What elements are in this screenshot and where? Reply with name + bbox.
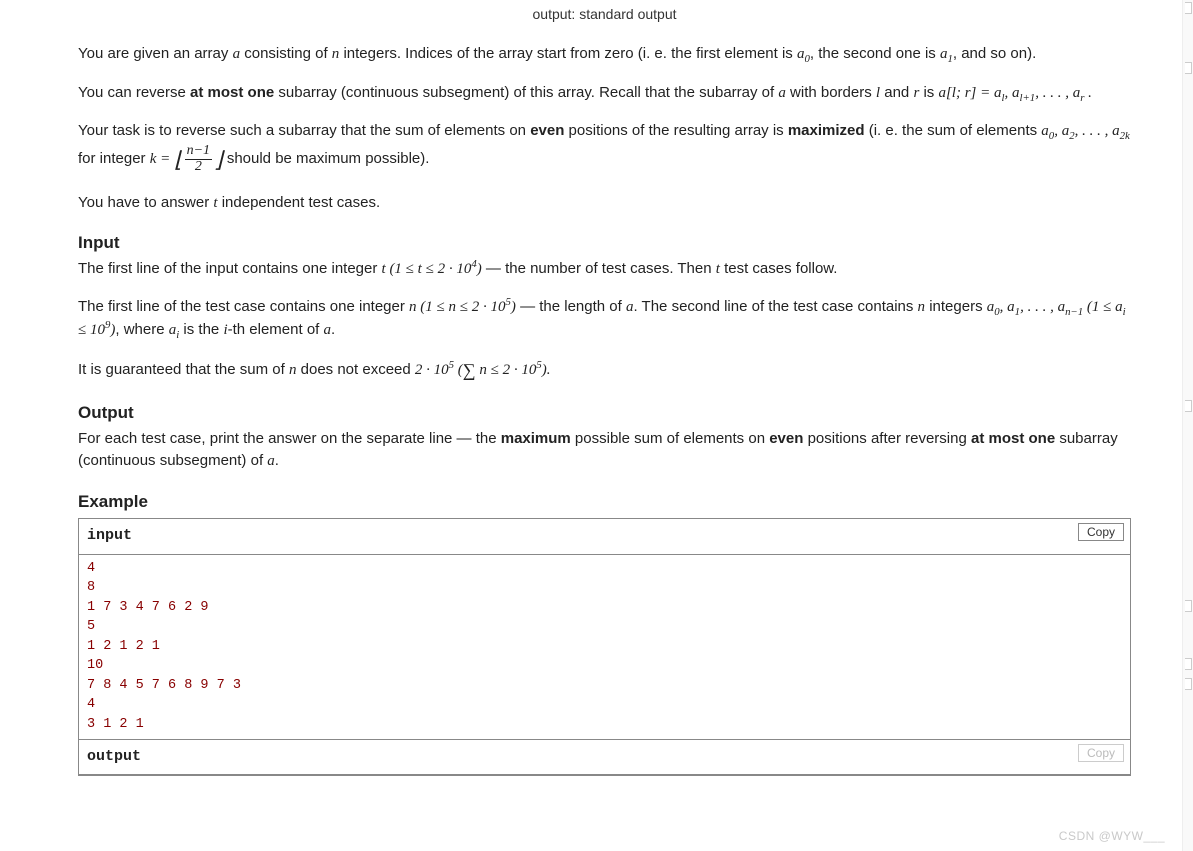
text: — the number of test cases. Then xyxy=(482,260,716,277)
math-a: a xyxy=(233,46,241,62)
watermark: CSDN @WYW___ xyxy=(1059,827,1165,845)
text: You have to answer xyxy=(78,194,213,211)
paragraph-reverse: You can reverse at most one subarray (co… xyxy=(78,82,1131,105)
math-subarray-expr: a[l; r] = al, al+1, . . . , ar . xyxy=(938,85,1091,101)
text: The first line of the test case contains… xyxy=(78,298,409,315)
math-k-expr: k = ⌊n−12⌋ xyxy=(150,151,223,167)
example-input-label: input xyxy=(87,527,132,544)
paragraph-intro: You are given an array a consisting of n… xyxy=(78,43,1131,66)
text: for integer xyxy=(78,150,150,167)
rail-tick xyxy=(1185,400,1192,412)
text: should be maximum possible). xyxy=(223,150,430,167)
text: positions after reversing xyxy=(803,430,971,447)
text: , the second one is xyxy=(810,45,940,62)
text: does not exceed xyxy=(296,361,414,378)
problem-statement: output: standard output You are given an… xyxy=(0,0,1193,786)
text: -th element of xyxy=(228,321,324,338)
text: integers. Indices of the array start fro… xyxy=(339,45,797,62)
text: Your task is to reverse such a subarray … xyxy=(78,122,530,139)
copy-button[interactable]: Copy xyxy=(1078,523,1124,541)
math-even-seq: a0, a2, . . . , a2k xyxy=(1041,123,1130,139)
paragraph-tcases: You have to answer t independent test ca… xyxy=(78,192,1131,215)
text: consisting of xyxy=(240,45,332,62)
text: You can reverse xyxy=(78,84,190,101)
text: is the xyxy=(179,321,223,338)
math-a-seq: a0, a1, . . . , an−1 xyxy=(987,299,1083,315)
text: The first line of the input contains one… xyxy=(78,260,382,277)
rail-tick xyxy=(1185,678,1192,690)
math-a: a xyxy=(778,85,786,101)
math-a0: a0 xyxy=(797,46,810,62)
math-a1: a1 xyxy=(940,46,953,62)
input-paragraph-3: It is guaranteed that the sum of n does … xyxy=(78,357,1131,384)
math-a: a xyxy=(324,322,332,338)
text: You are given an array xyxy=(78,45,233,62)
math-a: a xyxy=(267,453,275,469)
math-n: n xyxy=(409,299,417,315)
text-bold: maximum xyxy=(501,430,571,447)
text: and xyxy=(880,84,913,101)
page: output: standard output You are given an… xyxy=(0,0,1193,851)
text-bold: maximized xyxy=(788,122,865,139)
text: It is guaranteed that the sum of xyxy=(78,361,289,378)
copy-button[interactable]: Copy xyxy=(1078,744,1124,762)
rail-tick xyxy=(1185,600,1192,612)
text: For each test case, print the answer on … xyxy=(78,430,501,447)
math-n-bound: (1 ≤ n ≤ 2 · 105) xyxy=(417,299,516,315)
math-n: n xyxy=(918,299,926,315)
text: , where xyxy=(115,321,168,338)
rail-tick xyxy=(1185,62,1192,74)
example-output-header: output Copy xyxy=(79,739,1130,776)
text-bold: even xyxy=(769,430,803,447)
text: with borders xyxy=(786,84,876,101)
right-rail xyxy=(1182,0,1193,851)
paragraph-task: Your task is to reverse such a subarray … xyxy=(78,120,1131,176)
text: . The second line of the test case conta… xyxy=(633,298,917,315)
math-ai: ai xyxy=(169,322,180,338)
input-heading: Input xyxy=(78,230,1131,256)
text-bold: even xyxy=(530,122,564,139)
input-paragraph-1: The first line of the input contains one… xyxy=(78,258,1131,281)
text: positions of the resulting array is xyxy=(564,122,787,139)
input-paragraph-2: The first line of the test case contains… xyxy=(78,296,1131,341)
text: is xyxy=(919,84,938,101)
example-input-body: 4 8 1 7 3 4 7 6 2 9 5 1 2 1 2 1 10 7 8 4… xyxy=(79,555,1130,739)
text-bold: at most one xyxy=(190,84,274,101)
text: , and so on). xyxy=(953,45,1036,62)
example-input-header: input Copy xyxy=(79,519,1130,555)
math-sum-lim: 2 · 105 xyxy=(415,362,454,378)
text: — the length of xyxy=(516,298,626,315)
text: subarray (continuous subsegment) of this… xyxy=(274,84,778,101)
rail-tick xyxy=(1185,658,1192,670)
rail-tick xyxy=(1185,2,1192,14)
text-bold: at most one xyxy=(971,430,1055,447)
output-spec-line: output: standard output xyxy=(78,4,1131,25)
text: . xyxy=(275,452,279,469)
text: . xyxy=(331,321,335,338)
text: independent test cases. xyxy=(218,194,381,211)
example-heading: Example xyxy=(78,489,1131,515)
text: possible sum of elements on xyxy=(571,430,769,447)
math-sum-paren: (∑ n ≤ 2 · 105). xyxy=(454,362,550,378)
math-t-bound: (1 ≤ t ≤ 2 · 104) xyxy=(386,261,482,277)
output-heading: Output xyxy=(78,400,1131,426)
text: integers xyxy=(925,298,987,315)
example-block: input Copy 4 8 1 7 3 4 7 6 2 9 5 1 2 1 2… xyxy=(78,518,1131,776)
output-paragraph: For each test case, print the answer on … xyxy=(78,428,1131,473)
text: (i. e. the sum of elements xyxy=(865,122,1042,139)
text: test cases follow. xyxy=(720,260,838,277)
example-output-label: output xyxy=(87,748,141,765)
